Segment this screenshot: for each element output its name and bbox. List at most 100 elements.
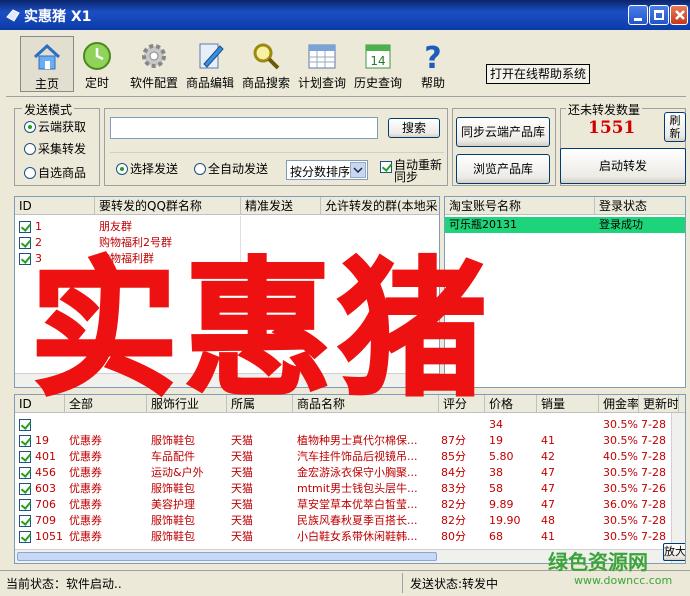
minimize-button[interactable] (628, 5, 648, 25)
radio-collect[interactable]: 采集转发 (24, 142, 86, 156)
column-header[interactable]: 精准发送 (241, 197, 321, 215)
cell-id: 401 (35, 450, 56, 463)
cell-cat: 服饰鞋包 (151, 482, 195, 495)
radio-label: 自选商品 (38, 166, 87, 180)
row-checkbox[interactable] (19, 419, 31, 431)
title-bar: 实惠猪 X1 (0, 0, 690, 30)
toolbar-search[interactable]: 商品搜索 (238, 36, 294, 92)
cell-id: 1051 (35, 530, 63, 543)
table-row[interactable]: 19 优惠券 服饰鞋包 天猫 植物种男士真代尔棉保... 87分 19 41 30.5% 7-28 (15, 433, 685, 449)
enlarge-button[interactable]: 放大 (663, 543, 685, 561)
search-input[interactable] (110, 117, 378, 139)
cell-id: 456 (35, 466, 56, 479)
row-checkbox[interactable] (19, 515, 31, 527)
radio-auto-send[interactable]: 全自动发送 (194, 162, 268, 176)
watermark-overlay-text: 实惠猪 (29, 243, 492, 418)
gear-icon (142, 44, 166, 68)
cell-type: 优惠券 (69, 514, 102, 527)
table-row[interactable]: 可乐瓶20131 登录成功 (445, 217, 685, 233)
calendar-day: 14 (370, 54, 385, 68)
close-icon (675, 10, 685, 20)
column-header[interactable]: ID (15, 197, 95, 215)
cell-date: 7-28 (641, 418, 666, 431)
toolbar-home[interactable]: 主页 (20, 36, 74, 92)
grid-header: 淘宝账号名称 登录状态 (445, 197, 685, 215)
table-row[interactable]: 456 优惠券 运动&户外 天猫 金宏游泳衣保守小胸聚... 84分 38 47 30.5% 7-… (15, 465, 685, 481)
search-divider (110, 152, 444, 153)
table-row[interactable]: 603 优惠券 服饰鞋包 天猫 mtmit男士钱包头层牛... 83分 58 47 30.5% 7… (15, 481, 685, 497)
row-checkbox[interactable] (19, 499, 31, 511)
radio-self-select[interactable]: 自选商品 (24, 166, 86, 180)
cell-name: 小白鞋女系带休闲鞋韩... (297, 530, 418, 543)
chevron-down-icon[interactable] (350, 162, 366, 178)
maximize-button[interactable] (649, 5, 669, 25)
column-header[interactable]: 登录状态 (595, 197, 685, 215)
cell-type: 优惠券 (69, 434, 102, 447)
toolbar-label: 软件配置 (129, 76, 178, 90)
table-row[interactable]: 401 优惠券 车品配件 天猫 汽车挂件饰品后视镜吊... 85分 5.80 42 40.5% 7… (15, 449, 685, 465)
cell-rate: 30.5% (603, 514, 638, 527)
table-row[interactable]: 1 朋友群 (15, 219, 439, 235)
vertical-scrollbar[interactable] (671, 413, 685, 563)
search-button[interactable]: 搜索 (388, 118, 440, 138)
browse-library-button[interactable]: 浏览产品库 (456, 154, 550, 184)
cell-id: 706 (35, 498, 56, 511)
refresh-button[interactable]: 刷新 (664, 112, 686, 142)
open-online-help-button[interactable]: 打开在线帮助系统 (486, 64, 591, 84)
toolbar-plan-query[interactable]: 计划查询 (294, 36, 350, 92)
column-header[interactable]: 佣金率 (599, 395, 639, 413)
toolbar-config[interactable]: 软件配置 (126, 36, 182, 92)
radio-indicator (24, 121, 36, 133)
cell-cat: 车品配件 (151, 450, 195, 463)
column-header[interactable]: 允许转发的群(本地采 (321, 197, 439, 215)
radio-indicator (24, 143, 36, 155)
home-icon (33, 43, 61, 70)
toolbar-help[interactable]: ? 帮助 (406, 36, 460, 92)
radio-select-send[interactable]: 选择发送 (116, 162, 178, 176)
radio-cloud[interactable]: 云端获取 (24, 120, 86, 134)
cell-cat: 服饰鞋包 (151, 530, 195, 543)
login-status: 登录成功 (599, 218, 643, 231)
row-checkbox[interactable] (19, 467, 31, 479)
toolbar-label: 历史查询 (353, 76, 402, 90)
cell-sales: 42 (541, 450, 555, 463)
checkbox-indicator (380, 161, 392, 173)
row-checkbox[interactable] (19, 221, 31, 233)
toolbar-edit[interactable]: 商品编辑 (182, 36, 238, 92)
row-checkbox[interactable] (19, 483, 31, 495)
send-mode-title: 发送模式 (22, 101, 75, 118)
cell-score: 83分 (441, 482, 466, 495)
column-header[interactable]: 销量 (537, 395, 599, 413)
row-checkbox[interactable] (19, 451, 31, 463)
toolbar-label: 计划查询 (297, 76, 346, 90)
row-checkbox[interactable] (19, 435, 31, 447)
cell-cat: 服饰鞋包 (151, 514, 195, 527)
cell-shop: 天猫 (231, 514, 253, 527)
table-row[interactable]: 709 优惠券 服饰鞋包 天猫 民族风春秋夏季百搭长... 82分 19.90 48 30.5%… (15, 513, 685, 529)
cell-cat: 服饰鞋包 (151, 434, 195, 447)
cell-shop: 天猫 (231, 434, 253, 447)
scroll-thumb[interactable] (17, 552, 437, 561)
sync-cloud-button[interactable]: 同步云端产品库 (456, 117, 550, 147)
toolbar-label: 商品编辑 (185, 76, 234, 90)
radio-indicator (24, 167, 36, 179)
toolbar-history-query[interactable]: 14 历史查询 (350, 36, 406, 92)
start-forward-button[interactable]: 启动转发 (560, 148, 686, 184)
toolbar-timer[interactable]: 定时 (70, 36, 124, 92)
table-row[interactable]: 1051 优惠券 服饰鞋包 天猫 小白鞋女系带休闲鞋韩... 80分 68 41 30.5% 7-… (15, 529, 685, 545)
column-header[interactable]: 淘宝账号名称 (445, 197, 595, 215)
cell-rate: 30.5% (603, 434, 638, 447)
column-header[interactable]: 要转发的QQ群名称 (95, 197, 241, 215)
column-header[interactable]: 更新时 (639, 395, 679, 413)
toolbar-label: 商品搜索 (241, 76, 290, 90)
column-header[interactable]: 价格 (485, 395, 537, 413)
grid-header: ID 要转发的QQ群名称 精准发送 允许转发的群(本地采 (15, 197, 439, 215)
table-row[interactable]: 706 优惠券 美容护理 天猫 草安堂草本优萃白皙莹... 82分 9.89 47 36.0% 7… (15, 497, 685, 513)
unsent-title: 还未转发数量 (566, 101, 643, 118)
cell-cat: 运动&户外 (151, 466, 204, 479)
close-button[interactable] (670, 5, 688, 25)
current-status: 当前状态：软件启动.. (6, 577, 122, 591)
sort-select[interactable]: 按分数排序 (286, 160, 368, 180)
cell-shop: 天猫 (231, 482, 253, 495)
row-checkbox[interactable] (19, 531, 31, 543)
